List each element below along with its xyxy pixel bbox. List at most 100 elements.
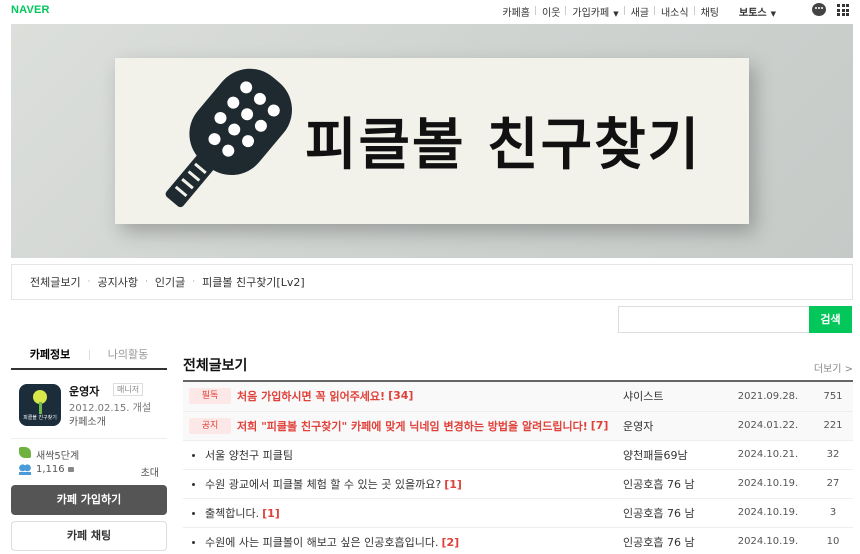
post-author[interactable]: 인공호흡 76 남 — [623, 527, 723, 554]
sidebar-tabs: 카페정보 나의활동 — [11, 340, 167, 370]
post-views: 3 — [813, 498, 853, 528]
bullet-icon — [192, 512, 195, 515]
post-title-cell: 수원에 사는 피클볼이 해보고 싶은 인공호흡입니다. [2] — [183, 527, 623, 554]
chevron-down-icon: ▼ — [770, 10, 776, 18]
bullet-icon — [192, 541, 195, 544]
table-row[interactable]: 공지 저희 "피클볼 친구찾기" 카페에 맞게 닉네임 변경하는 방법을 알려드립… — [183, 411, 853, 441]
banner-title: 피클볼 친구찾기 — [305, 113, 702, 178]
nav-new-posts[interactable]: 새글 — [625, 4, 656, 19]
notice-tag: 필독 — [189, 388, 231, 405]
chevron-down-icon: ▼ — [613, 10, 619, 18]
comment-count[interactable]: [1] — [444, 478, 462, 491]
thumbnail-caption: 피클볼 친구찾기 — [23, 415, 57, 421]
post-author[interactable]: 샤이스트 — [623, 382, 723, 412]
post-author[interactable]: 양천패들69남 — [623, 440, 723, 470]
lock-icon — [67, 466, 74, 472]
comment-count[interactable]: [7] — [591, 419, 609, 432]
cafe-banner[interactable]: 피클볼 친구찾기 — [11, 24, 853, 258]
cafe-intro-link[interactable]: 카페소개 — [69, 413, 106, 428]
invite-link[interactable]: 초대 — [141, 464, 159, 479]
table-row[interactable]: 수원에 사는 피클볼이 해보고 싶은 인공호흡입니다. [2] 인공호흡 76 남2… — [183, 527, 853, 554]
cafe-profile: 피클볼 친구찾기 운영자 매니저 2012.02.15. 개설 카페소개 — [11, 380, 167, 438]
cafe-menu-bar: 전체글보기 · 공지사항 · 인기글 · 피클볼 친구찾기[Lv2] — [11, 264, 853, 300]
top-bar: NAVER 카페홈 이웃 가입카페 ▼ 새글 내소식 채팅 보토스 ▼ — [0, 0, 860, 22]
comment-count[interactable]: [1] — [262, 507, 280, 520]
naver-logo[interactable]: NAVER — [11, 4, 50, 16]
cafe-level[interactable]: 새싹5단계 — [36, 447, 79, 462]
user-menu[interactable]: 보토스 ▼ — [733, 4, 782, 19]
menu-popular[interactable]: 인기글 — [155, 274, 185, 290]
member-count-row: 1,116 초대 — [11, 462, 167, 479]
search-button[interactable]: 검색 — [809, 306, 852, 333]
chat-icon[interactable] — [812, 3, 826, 16]
sprout-icon — [19, 447, 31, 458]
menu-separator: · — [87, 277, 91, 287]
post-date: 2024.10.21. — [723, 440, 813, 470]
table-row[interactable]: 수원 광교에서 피클볼 체험 할 수 있는 곳 있을까요? [1] 인공호흡 76 … — [183, 469, 853, 499]
table-row[interactable]: 필독 처음 가입하시면 꼭 읽어주세요! [34] 샤이스트 2021.09.28. 75… — [183, 382, 853, 412]
nav-chat[interactable]: 채팅 — [695, 4, 725, 19]
post-title-cell: 출첵합니다. [1] — [183, 498, 623, 528]
board-title: 전체글보기 — [183, 358, 248, 374]
search-input[interactable] — [618, 306, 810, 333]
member-count[interactable]: 1,116 — [36, 464, 65, 475]
post-title-link[interactable]: 수원 광교에서 피클볼 체험 할 수 있는 곳 있을까요? — [205, 478, 441, 491]
members-icon — [19, 464, 31, 475]
menu-separator: · — [144, 277, 148, 287]
post-title-link[interactable]: 서울 양천구 피클팀 — [205, 449, 293, 462]
join-cafe-button[interactable]: 카페 가입하기 — [11, 485, 167, 515]
post-date: 2024.10.19. — [723, 527, 813, 554]
comment-count[interactable]: [2] — [442, 536, 460, 549]
post-author[interactable]: 인공호흡 76 남 — [623, 469, 723, 499]
post-title-link[interactable]: 수원에 사는 피클볼이 해보고 싶은 인공호흡입니다. — [205, 536, 439, 549]
post-title-cell: 필독 처음 가입하시면 꼭 읽어주세요! [34] — [183, 382, 623, 412]
more-link[interactable]: 더보기 > — [814, 360, 853, 375]
sidebar: 카페정보 나의활동 피클볼 친구찾기 운영자 매니저 2012.02.15. 개… — [11, 340, 167, 551]
notice-tag: 공지 — [189, 417, 231, 434]
menu-all-posts[interactable]: 전체글보기 — [30, 274, 81, 290]
menu-find-friends[interactable]: 피클볼 친구찾기[Lv2] — [202, 274, 305, 290]
post-title-link[interactable]: 처음 가입하시면 꼭 읽어주세요! — [237, 390, 385, 403]
post-title-link[interactable]: 저희 "피클볼 친구찾기" 카페에 맞게 닉네임 변경하는 방법을 알려드립니다… — [237, 420, 588, 433]
menu-notices[interactable]: 공지사항 — [97, 274, 137, 290]
apps-grid-icon[interactable] — [837, 4, 849, 16]
manager-name[interactable]: 운영자 — [69, 383, 99, 399]
tab-cafe-info[interactable]: 카페정보 — [11, 340, 89, 368]
post-table: 필독 처음 가입하시면 꼭 읽어주세요! [34] 샤이스트 2021.09.28. 75… — [183, 382, 853, 554]
post-author[interactable]: 인공호흡 76 남 — [623, 498, 723, 528]
menu-separator: · — [192, 277, 196, 287]
nav-my-news[interactable]: 내소식 — [655, 4, 695, 19]
post-board: 전체글보기 더보기 > 필독 처음 가입하시면 꼭 읽어주세요! [34] 샤이스트 2… — [183, 352, 853, 554]
post-views: 221 — [813, 411, 853, 441]
post-views: 27 — [813, 469, 853, 499]
founded-date: 2012.02.15. 개설 — [69, 403, 152, 414]
post-title-cell: 공지 저희 "피클볼 친구찾기" 카페에 맞게 닉네임 변경하는 방법을 알려드립… — [183, 411, 623, 441]
user-name: 보토스 — [739, 8, 767, 19]
nav-joined-cafes-label: 가입카페 — [572, 8, 610, 19]
post-views: 751 — [813, 382, 853, 412]
nav-cafe-home[interactable]: 카페홈 — [496, 4, 536, 19]
post-date: 2024.10.19. — [723, 498, 813, 528]
post-title-cell: 수원 광교에서 피클볼 체험 할 수 있는 곳 있을까요? [1] — [183, 469, 623, 499]
cafe-chat-button[interactable]: 카페 채팅 — [11, 521, 167, 551]
post-title-link[interactable]: 출첵합니다. — [205, 507, 259, 520]
post-views: 32 — [813, 440, 853, 470]
post-views: 10 — [813, 527, 853, 554]
banner-card: 피클볼 친구찾기 — [115, 58, 749, 224]
post-date: 2021.09.28. — [723, 382, 813, 412]
manager-badge: 매니저 — [113, 383, 144, 396]
table-row[interactable]: 서울 양천구 피클팀 양천패들69남 2024.10.21. 32 — [183, 440, 853, 470]
post-date: 2024.01.22. — [723, 411, 813, 441]
top-nav: 카페홈 이웃 가입카페 ▼ 새글 내소식 채팅 보토스 ▼ — [496, 4, 782, 19]
cafe-thumbnail[interactable]: 피클볼 친구찾기 — [19, 384, 61, 426]
cafe-level-row: 새싹5단계 — [11, 445, 167, 462]
table-row[interactable]: 출첵합니다. [1] 인공호흡 76 남 2024.10.19. 3 — [183, 498, 853, 528]
bullet-icon — [192, 454, 195, 457]
nav-neighbors[interactable]: 이웃 — [536, 4, 567, 19]
post-date: 2024.10.19. — [723, 469, 813, 499]
post-title-cell: 서울 양천구 피클팀 — [183, 440, 623, 470]
tab-my-activity[interactable]: 나의활동 — [89, 340, 167, 368]
comment-count[interactable]: [34] — [388, 389, 413, 402]
nav-joined-cafes[interactable]: 가입카페 ▼ — [566, 4, 625, 19]
post-author[interactable]: 운영자 — [623, 411, 723, 441]
